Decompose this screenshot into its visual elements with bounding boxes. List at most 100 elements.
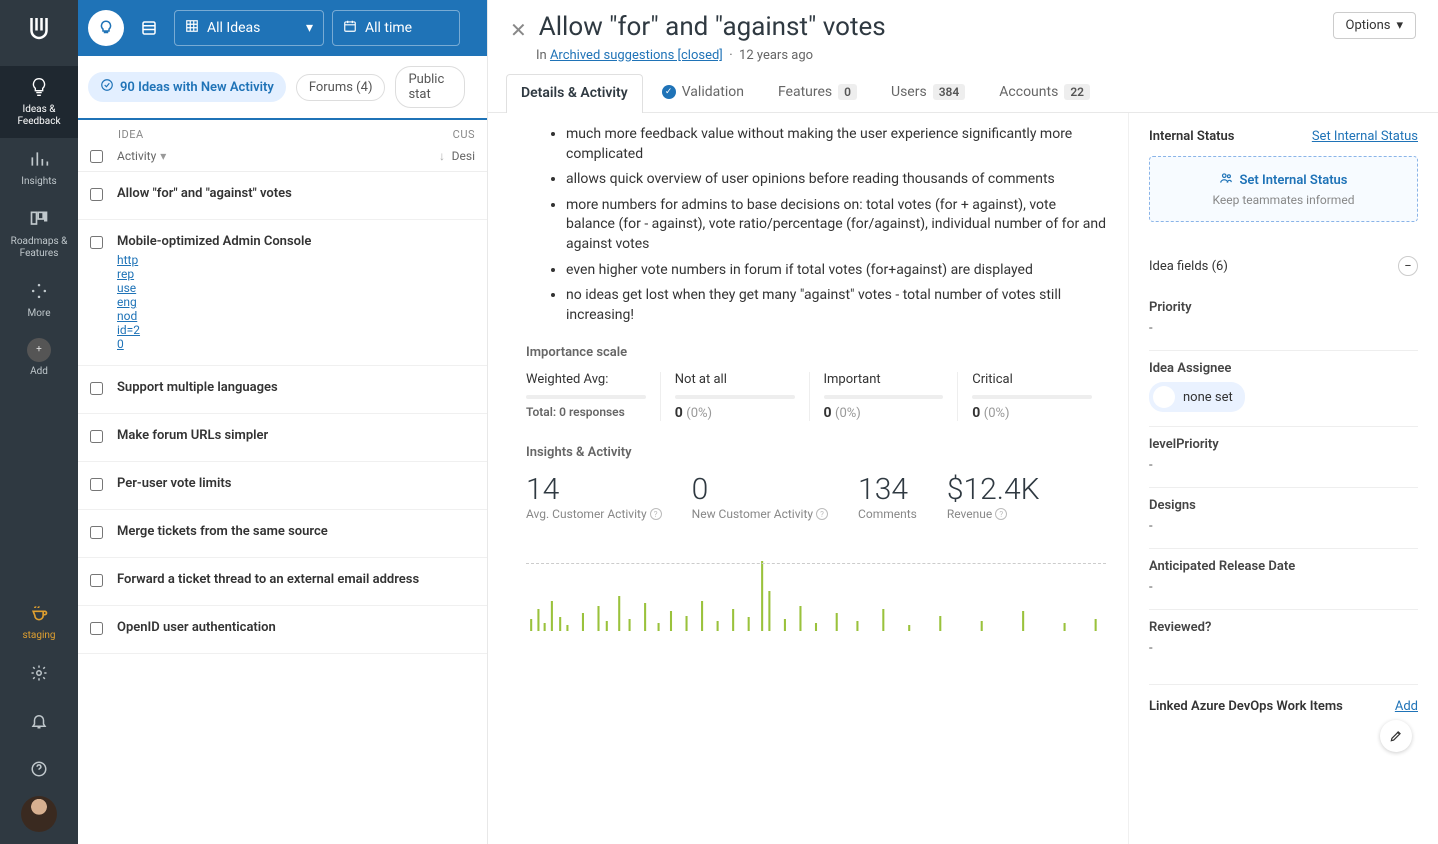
archive-link[interactable]: Archived suggestions [closed] <box>550 48 723 63</box>
coffee-icon <box>26 600 52 626</box>
nav-settings[interactable] <box>0 652 78 700</box>
sort-label[interactable]: Activity <box>117 149 156 163</box>
idea-row[interactable]: Merge tickets from the same source <box>78 510 487 558</box>
field-label: Priority <box>1149 300 1418 315</box>
importance-cell: Important 0 (0%) <box>809 372 958 421</box>
nav-help[interactable] <box>0 748 78 796</box>
idea-row[interactable]: OpenID user authentication <box>78 606 487 654</box>
idea-checkbox[interactable] <box>90 574 103 587</box>
idea-checkbox[interactable] <box>90 188 103 201</box>
nav-insights[interactable]: Insights <box>0 138 78 198</box>
cust-sub: Desi <box>445 149 475 163</box>
tab-details[interactable]: Details & Activity <box>506 74 643 113</box>
field-block: Anticipated Release Date- <box>1149 548 1418 609</box>
people-icon <box>1219 171 1233 189</box>
tab-features[interactable]: Features0 <box>763 73 872 112</box>
view-list-button[interactable] <box>132 11 166 45</box>
field-label: Idea Assignee <box>1149 361 1418 376</box>
idea-link[interactable]: httprepuseengnodid=20 <box>117 253 440 351</box>
nav-notifications[interactable] <box>0 700 78 748</box>
idea-row[interactable]: Forward a ticket thread to an external e… <box>78 558 487 606</box>
collapse-icon[interactable]: − <box>1398 256 1418 276</box>
idea-row[interactable]: Mobile-optimized Admin Consolehttprepuse… <box>78 220 487 366</box>
idea-checkbox[interactable] <box>90 382 103 395</box>
chevron-down-icon: ▾ <box>160 149 166 163</box>
view-selector[interactable]: All Ideas ▾ <box>174 10 324 46</box>
table-header: IDEA CUS <box>78 120 487 145</box>
field-label: Anticipated Release Date <box>1149 559 1418 574</box>
idea-row[interactable]: Allow "for" and "against" votes <box>78 172 487 220</box>
field-label: Reviewed? <box>1149 620 1418 635</box>
nav-label: Add <box>30 366 48 378</box>
nav-label: Ideas & Feedback <box>4 104 74 128</box>
bullet-item: much more feedback value without making … <box>566 125 1106 164</box>
forums-filter-pill[interactable]: Forums (4) <box>296 74 386 101</box>
time-selector[interactable]: All time <box>332 10 460 46</box>
detail-header: ✕ Allow "for" and "against" votes Option… <box>488 0 1438 48</box>
activity-filter-pill[interactable]: 90 Ideas with New Activity <box>88 72 286 102</box>
statuses-filter-pill[interactable]: Public stat <box>395 66 465 108</box>
importance-scale: Weighted Avg: Total: 0 responses Not at … <box>526 372 1106 421</box>
activity-sparkline <box>526 543 1106 633</box>
bullet-item: no ideas get lost when they get many "ag… <box>566 286 1106 325</box>
time-label: All time <box>365 20 412 36</box>
help-icon[interactable]: ? <box>650 508 662 520</box>
user-avatar[interactable] <box>21 796 57 832</box>
idea-checkbox[interactable] <box>90 478 103 491</box>
nav-label: Roadmaps & Features <box>4 236 74 260</box>
set-status-link[interactable]: Set Internal Status <box>1312 129 1418 144</box>
idea-row[interactable]: Per-user vote limits <box>78 462 487 510</box>
nav-staging[interactable]: staging <box>0 592 78 652</box>
detail-sidebar: Internal Status Set Internal Status Set … <box>1128 113 1438 844</box>
field-block: Idea Assignee none set <box>1149 350 1418 426</box>
nav-roadmaps[interactable]: Roadmaps & Features <box>0 198 78 270</box>
app-logo[interactable] <box>19 8 59 48</box>
options-button[interactable]: Options ▾ <box>1333 12 1417 39</box>
close-icon[interactable]: ✕ <box>510 18 527 42</box>
field-block: levelPriority- <box>1149 426 1418 487</box>
nav-label: staging <box>22 630 55 642</box>
insights-row: 14Avg. Customer Activity? 0New Customer … <box>526 472 1106 521</box>
idea-title: Forward a ticket thread to an external e… <box>117 572 440 587</box>
field-block: Reviewed?- <box>1149 609 1418 670</box>
col-idea-header: IDEA <box>90 128 453 141</box>
idea-row[interactable]: Support multiple languages <box>78 366 487 414</box>
ideas-list-panel: All Ideas ▾ All time 90 Ideas with New A… <box>78 0 488 844</box>
idea-checkbox[interactable] <box>90 526 103 539</box>
idea-detail-panel: ✕ Allow "for" and "against" votes Option… <box>488 0 1438 844</box>
chevron-down-icon: ▾ <box>1396 18 1403 33</box>
nav-add[interactable]: + Add <box>0 330 78 388</box>
view-lightbulb-button[interactable] <box>88 10 124 46</box>
description-bullets: much more feedback value without making … <box>526 125 1106 325</box>
edit-fields-button[interactable] <box>1380 720 1412 752</box>
bell-icon <box>26 708 52 734</box>
nav-ideas-feedback[interactable]: Ideas & Feedback <box>0 66 78 138</box>
view-label: All Ideas <box>207 20 260 36</box>
tab-users[interactable]: Users384 <box>876 73 980 112</box>
idea-checkbox[interactable] <box>90 622 103 635</box>
nav-more[interactable]: More <box>0 270 78 330</box>
select-all-checkbox[interactable] <box>90 150 103 163</box>
nav-label: Insights <box>21 176 56 188</box>
fields-header[interactable]: Idea fields (6) − <box>1149 242 1418 290</box>
help-icon[interactable]: ? <box>816 508 828 520</box>
field-label: levelPriority <box>1149 437 1418 452</box>
field-label: Designs <box>1149 498 1418 513</box>
idea-list: Allow "for" and "against" votesMobile-op… <box>78 172 487 844</box>
assignee-chip[interactable]: none set <box>1149 382 1245 412</box>
tab-validation[interactable]: ✓Validation <box>647 73 759 112</box>
idea-checkbox[interactable] <box>90 236 103 249</box>
idea-row[interactable]: Make forum URLs simpler <box>78 414 487 462</box>
idea-checkbox[interactable] <box>90 430 103 443</box>
col-cust-header: CUS <box>453 128 475 141</box>
detail-meta: In Archived suggestions [closed] · 12 ye… <box>488 48 1438 73</box>
idea-title: Merge tickets from the same source <box>117 524 440 539</box>
tab-accounts[interactable]: Accounts22 <box>984 73 1105 112</box>
filter-label: 90 Ideas with New Activity <box>120 80 274 95</box>
add-linked-item[interactable]: Add <box>1395 699 1418 714</box>
detail-tabs: Details & Activity ✓Validation Features0… <box>488 73 1438 113</box>
idea-title: Support multiple languages <box>117 380 440 395</box>
set-status-box[interactable]: Set Internal Status Keep teammates infor… <box>1149 156 1418 222</box>
help-icon[interactable]: ? <box>995 508 1007 520</box>
importance-heading: Importance scale <box>526 345 1106 360</box>
